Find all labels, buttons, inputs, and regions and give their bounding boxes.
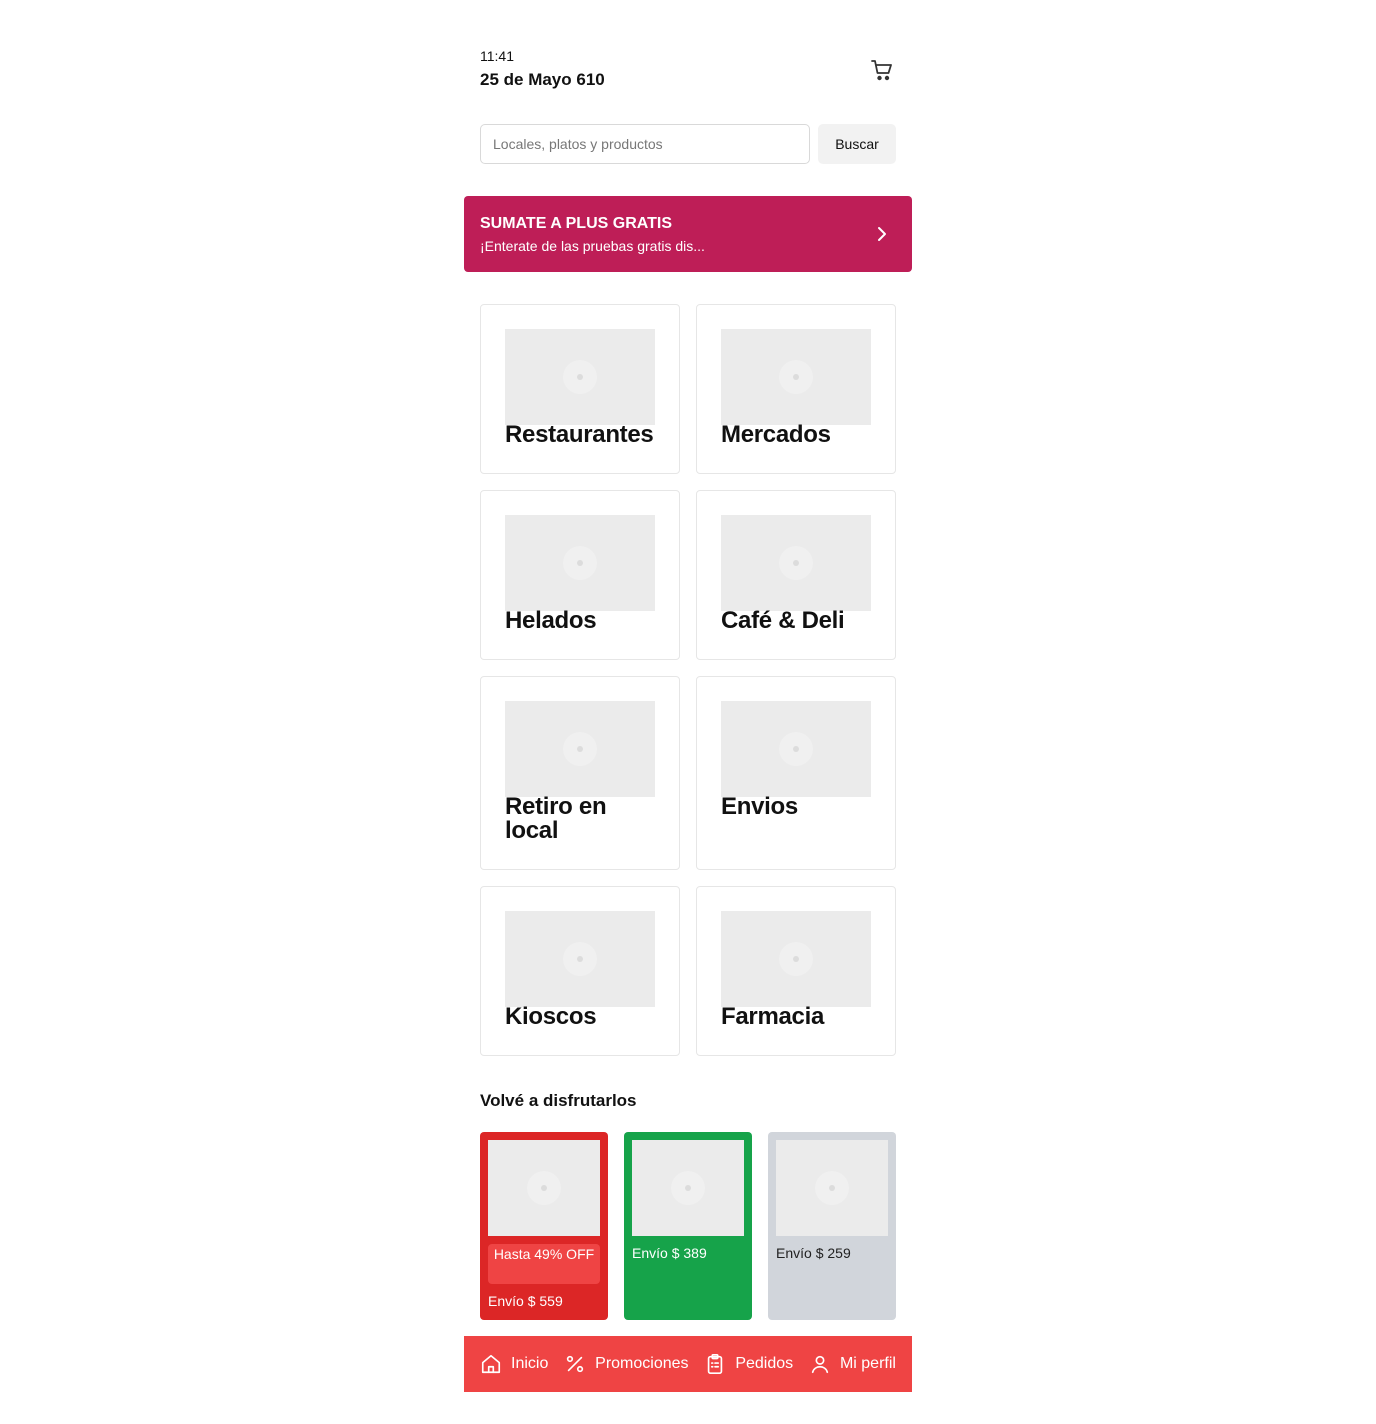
category-label: Café & Deli xyxy=(721,607,845,634)
store-card[interactable]: Envío $ 259 xyxy=(768,1132,896,1320)
nav-label: Mi perfil xyxy=(839,1355,896,1372)
image-placeholder-icon xyxy=(779,360,813,394)
image-placeholder-icon xyxy=(563,360,597,394)
category-card-retiro-en-local[interactable]: Retiro en local xyxy=(480,676,680,870)
section-title: Volvé a disfrutarlos xyxy=(480,1091,637,1110)
nav-label: Promociones xyxy=(595,1355,689,1372)
nav-label: Pedidos xyxy=(735,1355,794,1372)
image-placeholder-icon xyxy=(563,546,597,580)
category-image xyxy=(721,329,871,425)
delivery-address[interactable]: 25 de Mayo 610 xyxy=(480,70,605,90)
image-placeholder-icon xyxy=(779,546,813,580)
category-label: Retiro en local xyxy=(505,793,607,844)
header: 11:41 25 de Mayo 610 xyxy=(480,48,896,96)
banner-subtitle: ¡Enterate de las pruebas gratis dis... xyxy=(480,238,705,254)
chevron-right-icon xyxy=(878,227,886,241)
shipping-cost: Envío $ 389 xyxy=(632,1245,707,1261)
store-image xyxy=(488,1140,600,1236)
category-image xyxy=(505,911,655,1007)
image-placeholder-icon xyxy=(779,942,813,976)
category-card-mercados[interactable]: Mercados xyxy=(696,304,896,474)
category-card-farmacia[interactable]: Farmacia xyxy=(696,886,896,1056)
store-card[interactable]: Envío $ 389 xyxy=(624,1132,752,1320)
category-image xyxy=(721,701,871,797)
category-card-envios[interactable]: Envios xyxy=(696,676,896,870)
banner-title: SUMATE A PLUS GRATIS xyxy=(480,215,672,232)
nav-item-pedidos[interactable]: Pedidos xyxy=(704,1353,793,1375)
image-placeholder-icon xyxy=(671,1171,705,1205)
category-label: Helados xyxy=(505,607,597,634)
status-time: 11:41 xyxy=(480,48,514,64)
store-image xyxy=(776,1140,888,1236)
shipping-cost: Envío $ 559 xyxy=(488,1293,563,1309)
store-image xyxy=(632,1140,744,1236)
category-image xyxy=(721,515,871,611)
store-card[interactable]: Hasta 49% OFF Envío $ 559 xyxy=(480,1132,608,1320)
shipping-cost: Envío $ 259 xyxy=(776,1245,851,1261)
clipboard-icon xyxy=(704,1353,726,1375)
category-label: Envios xyxy=(721,793,798,820)
plus-promo-banner[interactable]: SUMATE A PLUS GRATIS ¡Enterate de las pr… xyxy=(464,196,912,272)
category-image xyxy=(505,515,655,611)
discount-badge: Hasta 49% OFF xyxy=(488,1244,600,1284)
category-card-kioscos[interactable]: Kioscos xyxy=(480,886,680,1056)
percent-icon xyxy=(564,1353,586,1375)
nav-item-promociones[interactable]: Promociones xyxy=(564,1353,689,1375)
nav-item-inicio[interactable]: Inicio xyxy=(480,1353,548,1375)
image-placeholder-icon xyxy=(527,1171,561,1205)
category-label: Kioscos xyxy=(505,1003,597,1030)
image-placeholder-icon xyxy=(563,942,597,976)
search-input[interactable] xyxy=(480,124,810,164)
app-screen: 11:41 25 de Mayo 610 Buscar SUMATE A PLU… xyxy=(464,0,912,1424)
category-image xyxy=(721,911,871,1007)
search-bar: Buscar xyxy=(480,124,896,164)
category-label: Farmacia xyxy=(721,1003,824,1030)
search-button[interactable]: Buscar xyxy=(818,124,896,164)
category-image xyxy=(505,701,655,797)
category-image xyxy=(505,329,655,425)
nav-label: Inicio xyxy=(511,1355,549,1372)
category-card-restaurantes[interactable]: Restaurantes xyxy=(480,304,680,474)
category-label: Restaurantes xyxy=(505,421,654,448)
bottom-nav: Inicio Promociones Pedidos Mi perfil xyxy=(464,1336,912,1392)
category-card-helados[interactable]: Helados xyxy=(480,490,680,660)
nav-item-mi-perfil[interactable]: Mi perfil xyxy=(809,1353,896,1375)
user-icon xyxy=(809,1353,831,1375)
cart-icon xyxy=(871,60,892,81)
image-placeholder-icon xyxy=(563,732,597,766)
cart-button[interactable] xyxy=(868,56,896,84)
home-icon xyxy=(480,1353,502,1375)
category-label: Mercados xyxy=(721,421,831,448)
image-placeholder-icon xyxy=(779,732,813,766)
image-placeholder-icon xyxy=(815,1171,849,1205)
category-card-cafe-deli[interactable]: Café & Deli xyxy=(696,490,896,660)
